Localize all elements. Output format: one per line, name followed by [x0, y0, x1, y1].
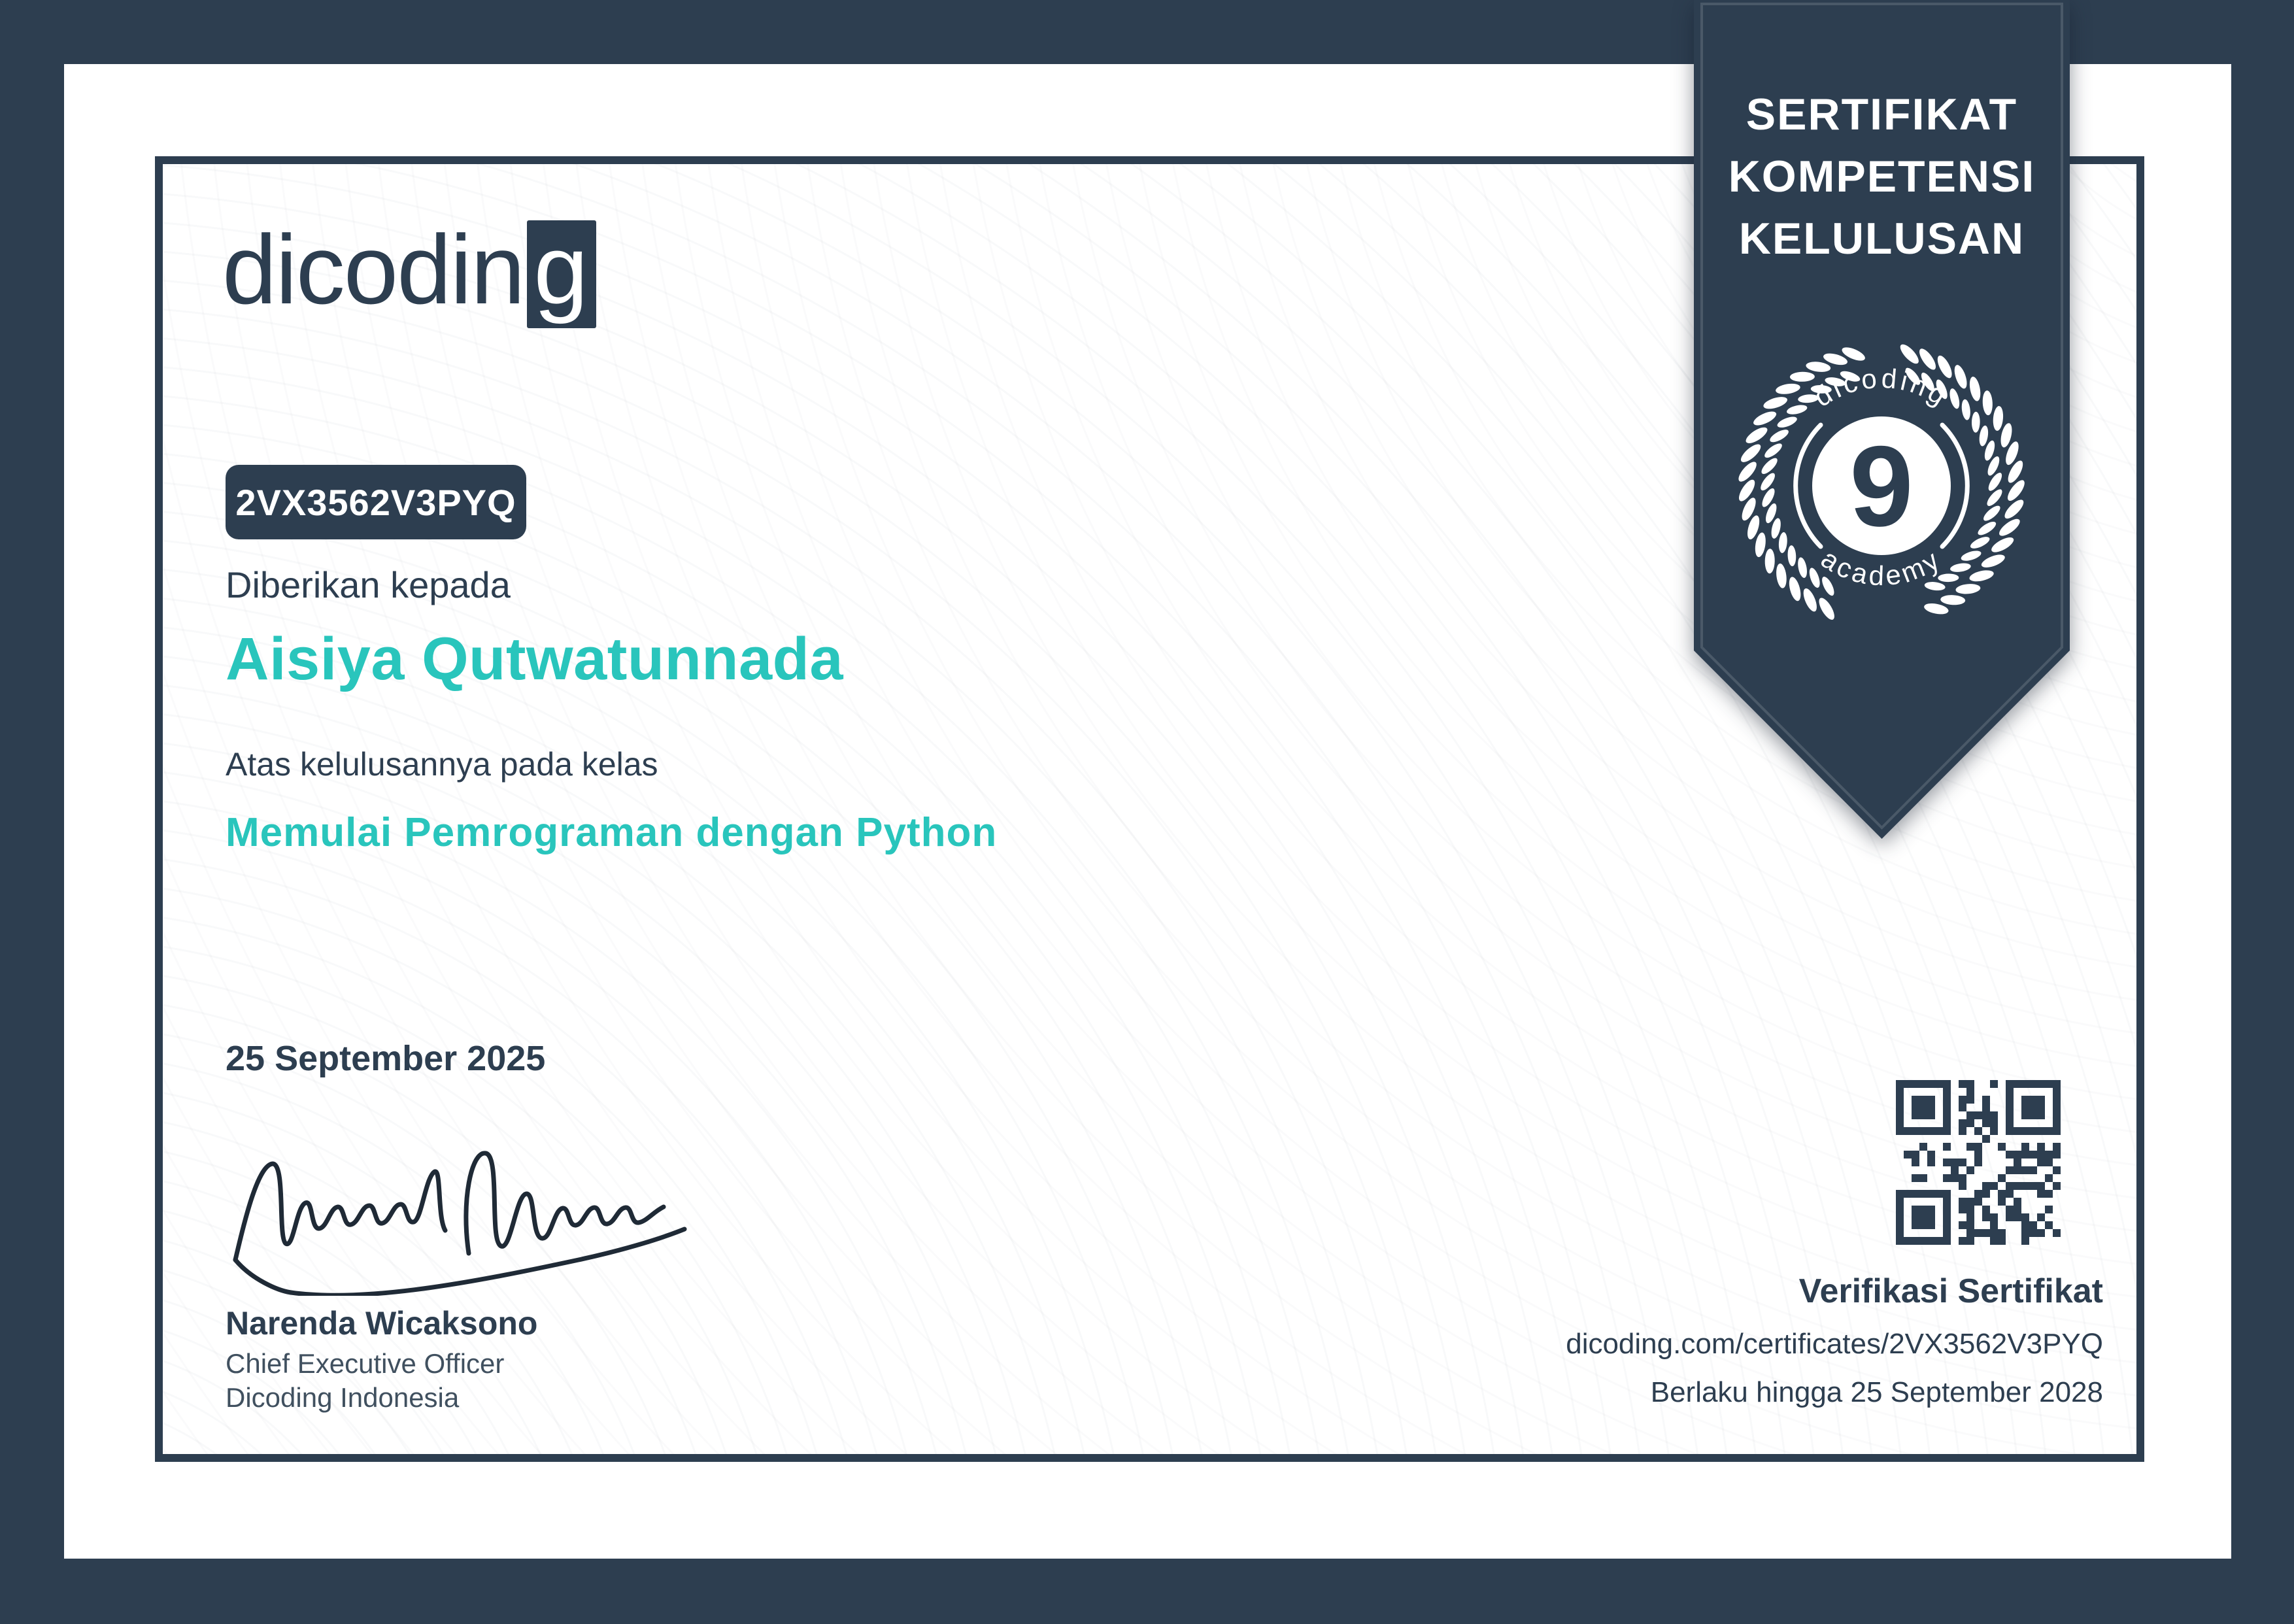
logo-g-box: g	[527, 220, 596, 328]
signer-title: Chief Executive Officer	[226, 1348, 505, 1379]
course-title: Memulai Pemrograman dengan Python	[226, 810, 998, 855]
signer-org: Dicoding Indonesia	[226, 1382, 460, 1413]
ribbon-title: SERTIFIKAT KOMPETENSI KELULUSAN	[1694, 84, 2070, 271]
certificate-id: 2VX3562V3PYQ	[235, 481, 516, 523]
laurel-wreath-emblem: 9 dicoding academy	[1738, 344, 2025, 620]
certificate-id-badge: 2VX3562V3PYQ	[226, 465, 526, 539]
ribbon-title-line2: KOMPETENSI	[1728, 152, 2036, 202]
certificate: dicodin g 2VX3562V3PYQ Diberikan kepada A…	[0, 0, 2294, 1624]
logo-text: dicodin	[222, 214, 525, 324]
signer-name: Narenda Wicaksono	[226, 1305, 538, 1342]
signature-image	[233, 1151, 687, 1296]
completion-label: Atas kelulusannya pada kelas	[226, 746, 658, 783]
given-label: Diberikan kepada	[226, 564, 511, 605]
verification-url: dicoding.com/certificates/2VX3562V3PYQ	[1566, 1328, 2103, 1360]
emblem-number: 9	[1849, 423, 1913, 550]
issue-date: 25 September 2025	[226, 1039, 546, 1078]
verification-title: Verifikasi Sertifikat	[1798, 1272, 2103, 1310]
ribbon-title-line3: KELULUSAN	[1738, 214, 2025, 264]
recipient-name: Aisiya Qutwatunnada	[226, 626, 843, 692]
svg-text:dicoding: dicoding	[1808, 362, 1955, 413]
emblem-arc-top-text: dicoding	[1808, 362, 1951, 413]
verification-block: Verifikasi Sertifikat dicoding.com/certi…	[1122, 1272, 2103, 1409]
qr-code	[1896, 1080, 2061, 1245]
ribbon-title-line1: SERTIFIKAT	[1746, 90, 2018, 139]
verification-validity: Berlaku hingga 25 September 2028	[1650, 1376, 2103, 1408]
dicoding-logo: dicodin g	[222, 216, 596, 328]
